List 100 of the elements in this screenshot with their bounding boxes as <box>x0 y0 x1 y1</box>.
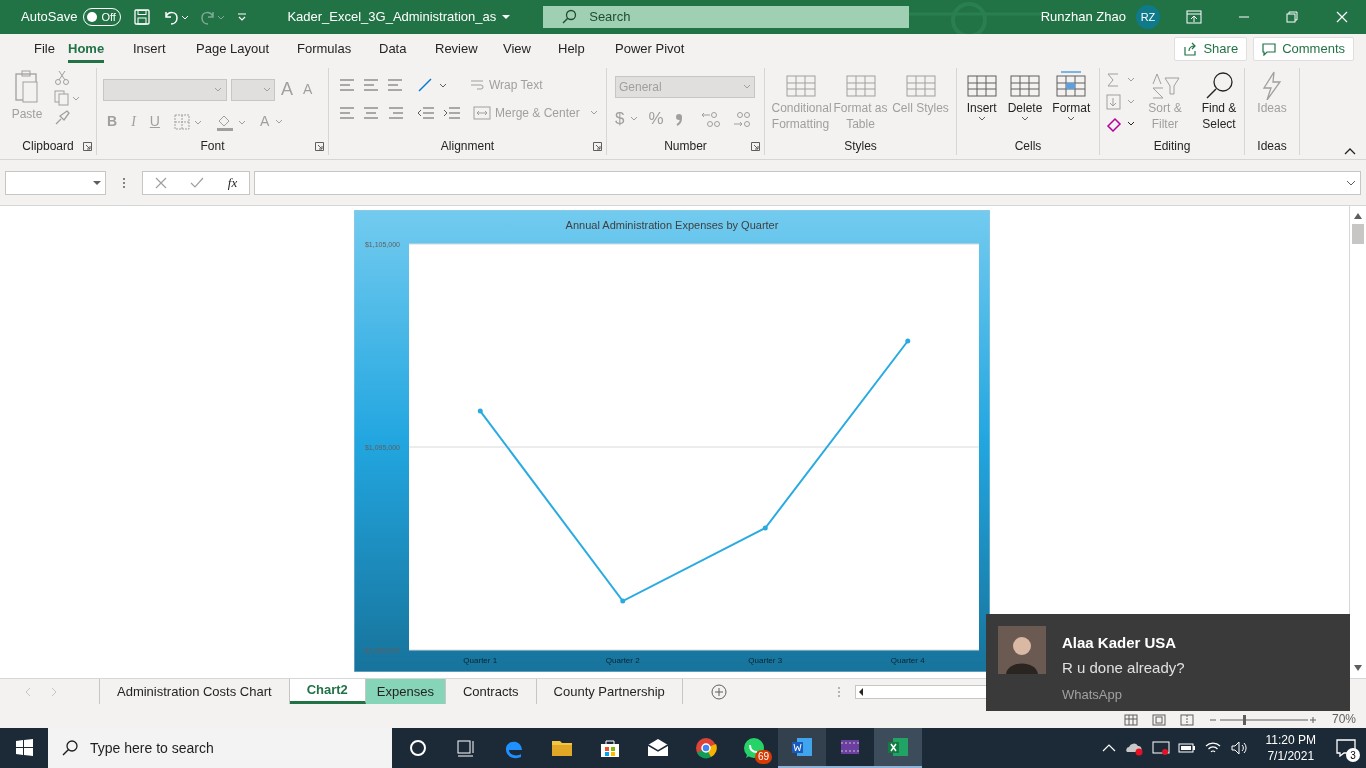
sheet-tab[interactable]: Administration Costs Chart <box>100 679 290 704</box>
data-point <box>477 408 483 414</box>
group-label: Number <box>663 138 708 155</box>
increase-indent-icon[interactable] <box>443 105 461 121</box>
ribbon-button[interactable]: Find & Select <box>1194 100 1244 132</box>
menu-tab[interactable]: Power Pivot <box>615 37 685 63</box>
enter-icon[interactable] <box>190 176 205 189</box>
monitor-icon[interactable] <box>1151 740 1170 756</box>
insert-function-button[interactable]: fx <box>227 172 238 193</box>
share-button[interactable]: Share <box>1174 37 1248 61</box>
axis-tick-label: Quarter 4 <box>890 656 925 665</box>
menu-tab[interactable]: Data <box>379 37 407 63</box>
notification-count: 3 <box>1346 748 1360 762</box>
caret-icon[interactable] <box>502 14 511 20</box>
data-point <box>762 525 768 531</box>
merge-icon <box>473 105 491 121</box>
caret-icon <box>1346 179 1356 186</box>
taskbar-search-field[interactable]: Type here to search <box>48 728 392 768</box>
cancel-icon[interactable] <box>154 176 167 189</box>
paintbrush-icon[interactable] <box>54 110 70 126</box>
clipboard-icon[interactable] <box>13 70 41 104</box>
align-left-icon[interactable] <box>339 105 355 121</box>
speaker-icon[interactable] <box>1229 740 1248 756</box>
align-middle-icon[interactable] <box>363 77 379 93</box>
sheet-tab[interactable]: Contracts <box>445 679 537 704</box>
fill-icon[interactable] <box>1106 94 1136 110</box>
user-avatar[interactable]: RZ <box>1136 5 1160 29</box>
axis-tick-label: Quarter 3 <box>748 656 783 665</box>
caret-icon[interactable] <box>1021 116 1029 122</box>
user-name: Runzhan Zhao <box>1040 8 1126 27</box>
chevron-up-icon[interactable] <box>1101 743 1116 753</box>
search-field[interactable]: Search <box>543 6 910 28</box>
zoom-level[interactable]: 70% <box>1331 713 1356 726</box>
comments-button[interactable]: Comments <box>1253 37 1354 61</box>
align-center-icon[interactable] <box>363 105 379 121</box>
caret-icon[interactable] <box>1067 116 1076 122</box>
toast-notification[interactable]: Alaa Kader USA R u done already? WhatsApp <box>986 614 1350 711</box>
sheet-tab[interactable]: Chart2 <box>289 679 366 704</box>
data-point <box>620 598 626 604</box>
zoom-slider-icon[interactable] <box>1207 714 1318 726</box>
share-icon <box>1183 42 1198 56</box>
wrap-text-icon <box>469 77 485 93</box>
align-bottom-icon[interactable] <box>387 77 403 93</box>
dialog-launcher-icon[interactable] <box>315 142 324 151</box>
axis-tick-label: Quarter 2 <box>605 656 640 665</box>
caret-icon[interactable] <box>977 116 986 122</box>
sheet-tab[interactable]: County Partnership <box>536 679 683 704</box>
menu-tab[interactable]: View <box>503 37 531 63</box>
add-sheet-icon[interactable] <box>710 683 727 700</box>
file-name[interactable]: Kader_Excel_3G_Administration_as <box>287 7 497 27</box>
menu-tab[interactable]: File <box>34 37 55 63</box>
search-icon <box>62 740 78 756</box>
grid-icon <box>1055 70 1088 100</box>
group-label: Font <box>199 138 226 155</box>
chrome-browser-icon[interactable] <box>694 736 718 760</box>
avatar-icon <box>998 626 1046 674</box>
menu-tab[interactable]: Formulas <box>297 37 352 63</box>
menu-tab[interactable]: Page Layout <box>196 37 269 63</box>
menu-tab[interactable]: Help <box>558 37 585 63</box>
page-layout-icon[interactable] <box>1151 714 1166 726</box>
formula-input[interactable] <box>254 170 1361 195</box>
excel-icon[interactable] <box>886 735 910 759</box>
notification-badge: 69 <box>754 750 772 764</box>
orientation-icon[interactable] <box>417 77 447 93</box>
clock-time[interactable]: 11:20 PM <box>1265 732 1316 748</box>
battery-icon[interactable] <box>1177 740 1196 756</box>
eraser-icon[interactable] <box>1106 116 1136 132</box>
sheet-tab[interactable]: Expenses <box>365 679 446 704</box>
clock-date[interactable]: 7/1/2021 <box>1267 748 1315 764</box>
ribbon-display-icon[interactable] <box>1186 10 1202 24</box>
caret-icon <box>93 179 101 186</box>
axis-tick-label: Quarter 1 <box>463 656 498 665</box>
dialog-launcher-icon[interactable] <box>751 142 760 151</box>
save-icon[interactable] <box>133 8 152 26</box>
chart-title: Annual Administration Expenses by Quarter <box>565 219 779 231</box>
page-break-icon[interactable] <box>1179 714 1194 726</box>
caret-icon <box>743 84 751 90</box>
dialog-launcher-icon[interactable] <box>593 142 602 151</box>
collapse-ribbon-icon[interactable] <box>1344 147 1356 155</box>
close-icon[interactable] <box>1336 11 1348 23</box>
word-icon[interactable] <box>790 735 814 759</box>
menu-tab[interactable]: Home <box>68 37 105 63</box>
group-label: Clipboard <box>21 138 75 155</box>
group-label: Ideas <box>1256 138 1288 155</box>
scrollbar-thumb[interactable] <box>1352 224 1364 244</box>
normal-view-icon[interactable] <box>1123 714 1138 726</box>
action-center-icon[interactable] <box>1336 739 1356 757</box>
more-icon[interactable] <box>122 175 126 190</box>
align-right-icon[interactable] <box>387 105 403 121</box>
menu-tab[interactable]: Review <box>435 37 478 63</box>
ribbon-button[interactable]: Delete <box>1007 100 1043 116</box>
ribbon-button[interactable]: Format <box>1052 100 1091 116</box>
menu-tab[interactable]: Insert <box>133 37 166 63</box>
decrease-indent-icon[interactable] <box>417 105 435 121</box>
align-top-icon[interactable] <box>339 77 355 93</box>
restore-icon[interactable] <box>1286 11 1298 23</box>
sender-name: Alaa Kader USA <box>1062 633 1178 653</box>
dialog-launcher-icon[interactable] <box>83 142 92 151</box>
ribbon-button[interactable]: Insert <box>966 100 997 116</box>
group-label: Cells <box>1013 138 1043 155</box>
